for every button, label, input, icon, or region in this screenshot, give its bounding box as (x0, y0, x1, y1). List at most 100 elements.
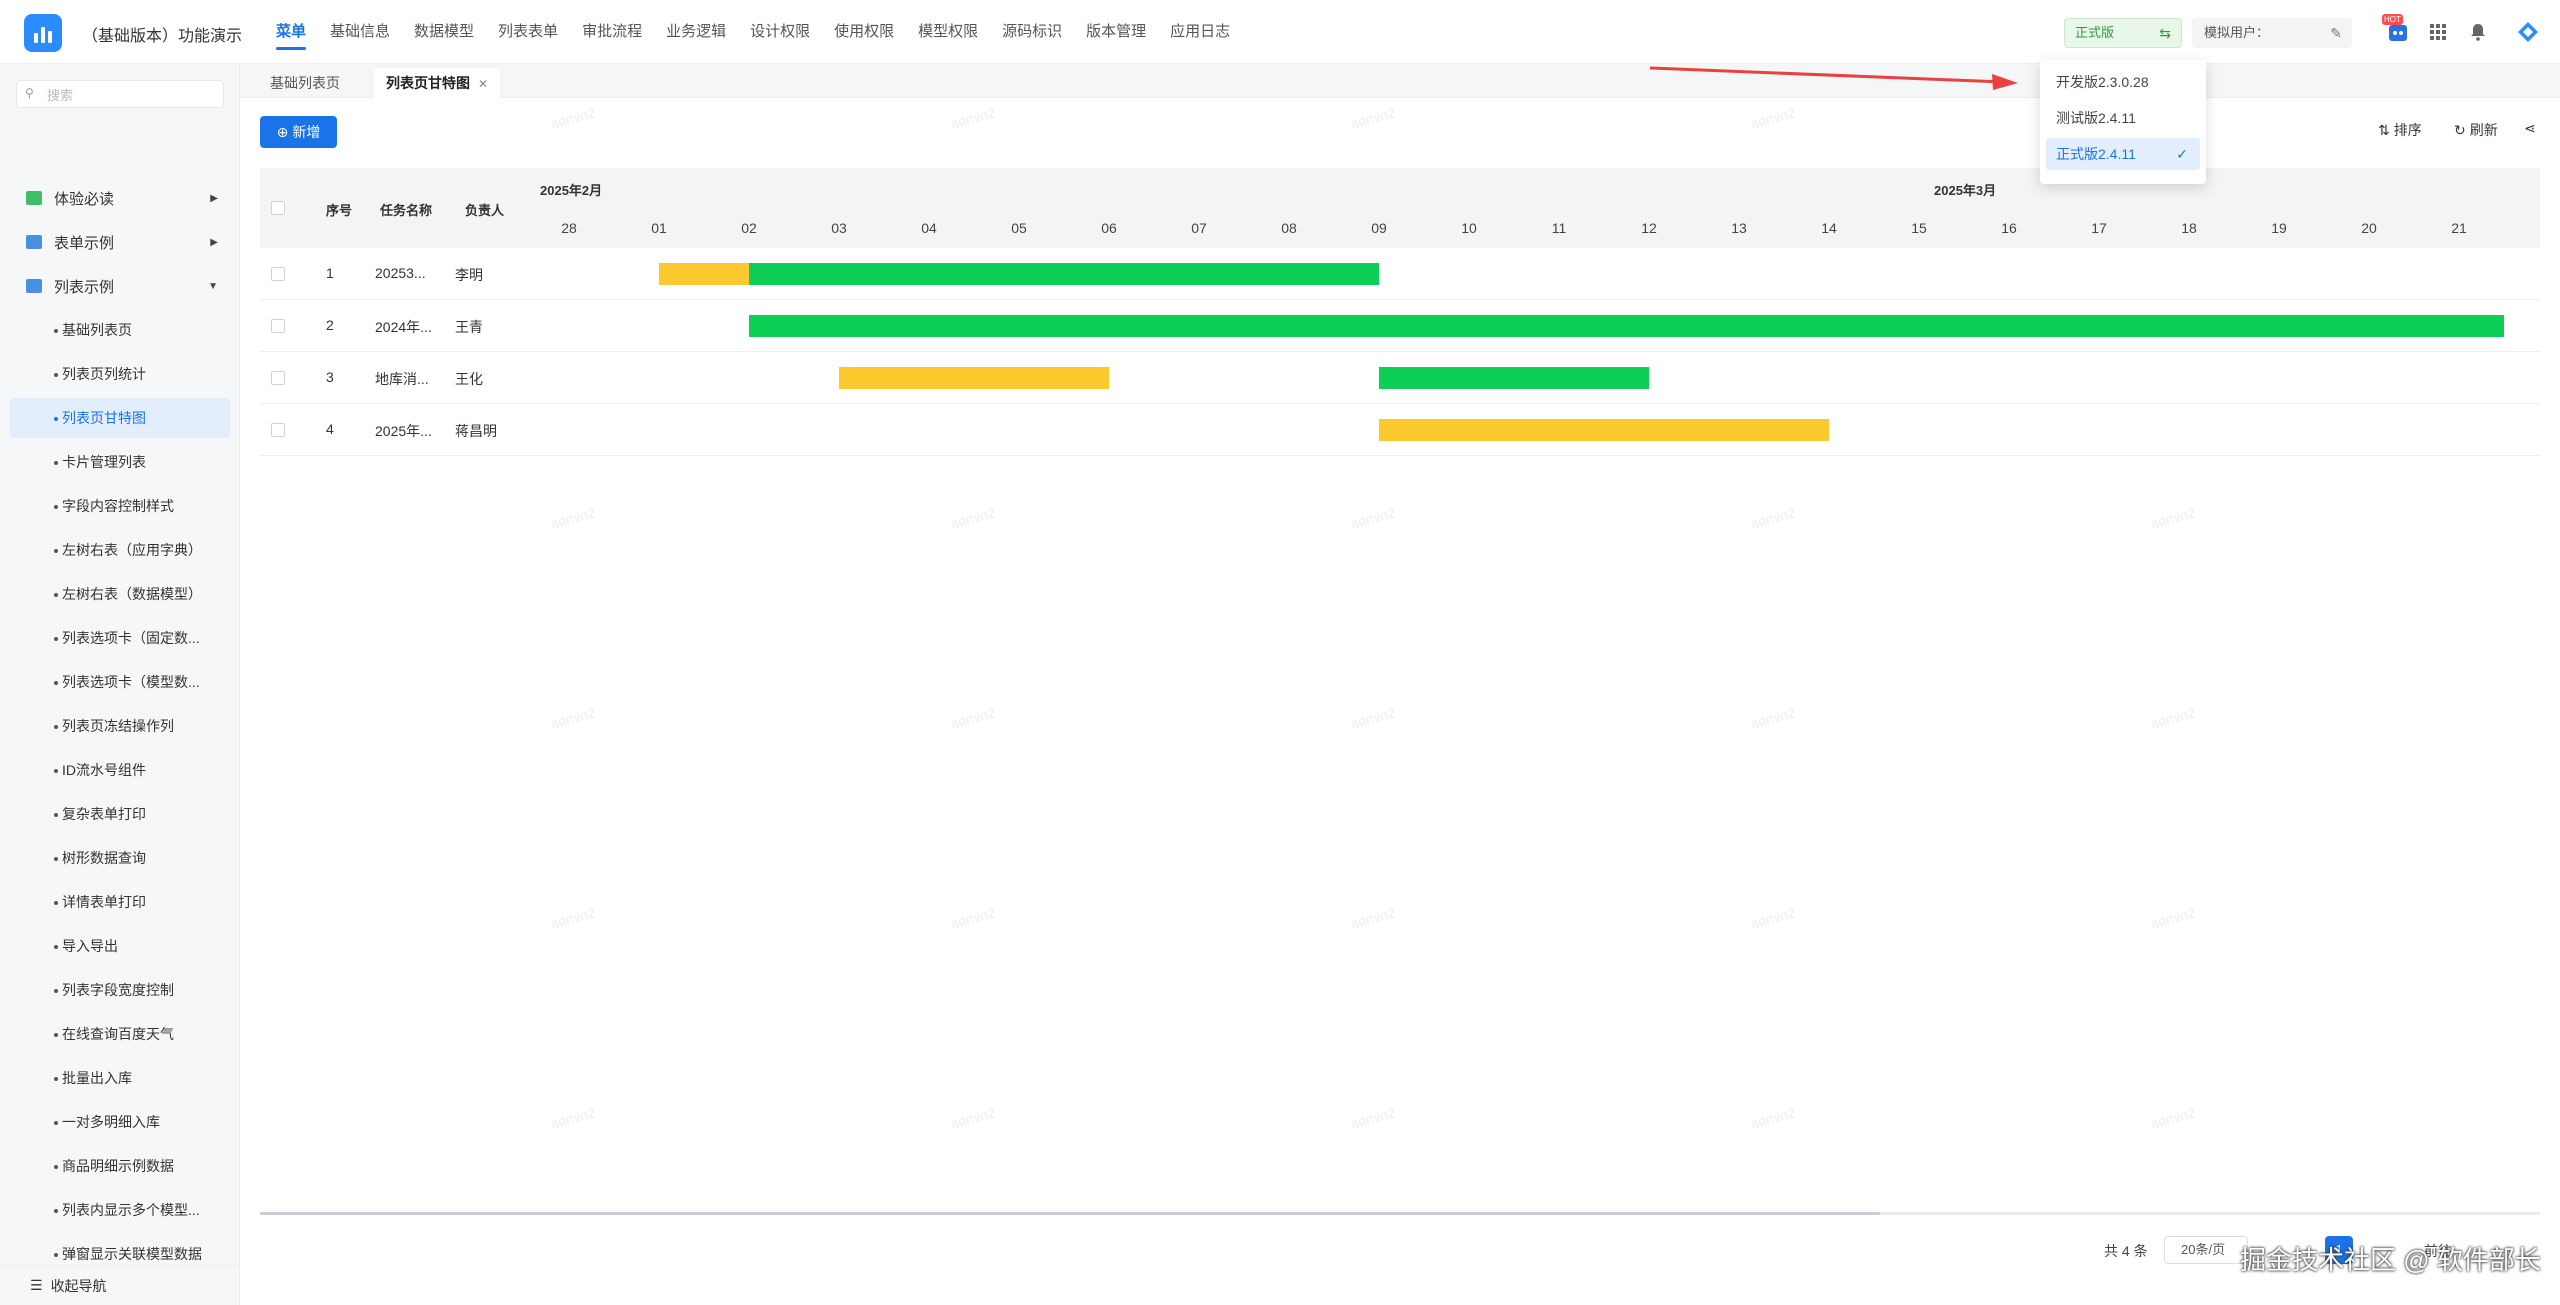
row-index: 3 (326, 369, 334, 385)
sidebar-group[interactable]: 表单示例 ▶ (0, 222, 239, 262)
row-checkbox[interactable] (271, 319, 285, 333)
sidebar-item-label: 导入导出 (62, 938, 118, 954)
env-option-prod[interactable]: 正式版2.4.11 ✓ (2046, 138, 2200, 170)
day-label: 20 (2361, 220, 2377, 236)
gantt-bar-planned[interactable] (1379, 419, 1829, 441)
nav-item[interactable]: 源码标识 (990, 0, 1074, 64)
refresh-button[interactable]: ↻ 刷新 (2454, 120, 2498, 140)
bullet-icon (54, 461, 58, 465)
day-label: 14 (1821, 220, 1837, 236)
sidebar-item[interactable]: 左树右表（数据模型） (10, 574, 230, 614)
gantt-bar-actual[interactable] (1379, 367, 1649, 389)
sidebar-item[interactable]: 列表选项卡（模型数... (10, 662, 230, 702)
day-label: 01 (651, 220, 667, 236)
gantt-bar-actual[interactable] (749, 263, 1379, 285)
app-logo-icon[interactable] (24, 14, 62, 52)
sidebar-item[interactable]: 导入导出 (10, 926, 230, 966)
app-grid-icon[interactable] (2424, 18, 2452, 46)
page-size-select[interactable]: 20条/页 (2164, 1236, 2248, 1264)
sidebar-item[interactable]: 详情表单打印 (10, 882, 230, 922)
sidebar-item[interactable]: 左树右表（应用字典） (10, 530, 230, 570)
row-task-name[interactable]: 地库消... (375, 369, 429, 389)
day-label: 09 (1371, 220, 1387, 236)
table-row[interactable]: 1 20253... 李明 (260, 248, 2540, 300)
env-option-dev[interactable]: 开发版2.3.0.28 (2046, 66, 2200, 98)
sidebar-group[interactable]: 体验必读 ▶ (0, 178, 239, 218)
row-checkbox[interactable] (271, 371, 285, 385)
sidebar-item-label: ID流水号组件 (62, 762, 146, 778)
brand-logo-icon[interactable] (2514, 18, 2542, 46)
sidebar-item[interactable]: 在线查询百度天气 (10, 1014, 230, 1054)
sidebar-item-label: 列表字段宽度控制 (62, 982, 174, 998)
bell-icon[interactable] (2464, 18, 2492, 46)
sidebar-item[interactable]: 列表页甘特图 (10, 398, 230, 438)
nav-item[interactable]: 版本管理 (1074, 0, 1158, 64)
add-button[interactable]: ⊕ 新增 (260, 116, 337, 148)
nav-item[interactable]: 使用权限 (822, 0, 906, 64)
sidebar-item[interactable]: 复杂表单打印 (10, 794, 230, 834)
edit-icon[interactable]: ✎ (2330, 18, 2342, 48)
close-icon[interactable]: ✕ (478, 77, 488, 91)
sidebar-item[interactable]: 字段内容控制样式 (10, 486, 230, 526)
sidebar-group-label: 体验必读 (54, 190, 115, 208)
bullet-icon (54, 417, 58, 421)
row-task-name[interactable]: 2024年... (375, 317, 432, 337)
bullet-icon (54, 1077, 58, 1081)
bullet-icon (54, 681, 58, 685)
sidebar-item[interactable]: 列表页冻结操作列 (10, 706, 230, 746)
sidebar-item[interactable]: 列表字段宽度控制 (10, 970, 230, 1010)
scrollbar-thumb[interactable] (260, 1212, 1880, 1215)
row-task-name[interactable]: 20253... (375, 265, 426, 281)
ai-assistant-icon[interactable]: HOT (2382, 14, 2412, 46)
horizontal-scrollbar[interactable] (260, 1212, 2540, 1215)
sidebar-search[interactable]: ⚲ (16, 80, 224, 108)
sort-button[interactable]: ⇅ 排序 (2378, 120, 2422, 140)
sidebar-item[interactable]: 一对多明细入库 (10, 1102, 230, 1142)
sidebar-item[interactable]: 卡片管理列表 (10, 442, 230, 482)
nav-item[interactable]: 菜单 (264, 0, 318, 64)
refresh-label: 刷新 (2469, 122, 2498, 138)
env-option-test[interactable]: 测试版2.4.11 (2046, 102, 2200, 134)
sidebar-search-input[interactable] (47, 85, 217, 105)
bullet-icon (54, 505, 58, 509)
sidebar-item[interactable]: 列表选项卡（固定数... (10, 618, 230, 658)
day-label: 07 (1191, 220, 1207, 236)
sidebar-group-label: 列表示例 (54, 278, 115, 296)
row-checkbox[interactable] (271, 267, 285, 281)
nav-item[interactable]: 基础信息 (318, 0, 402, 64)
gantt-grid: 序号 任务名称 负责人 2025年2月 2025年3月 28 01 02 03 04 05… (260, 168, 2540, 1213)
share-button[interactable]: ⋖ (2524, 120, 2536, 137)
day-label: 10 (1461, 220, 1477, 236)
sidebar-item[interactable]: 列表页列统计 (10, 354, 230, 394)
simulate-user-field[interactable]: 模拟用户： ✎ (2192, 18, 2352, 48)
nav-item[interactable]: 数据模型 (402, 0, 486, 64)
collapse-nav-button[interactable]: ☰ 收起导航 (0, 1265, 239, 1305)
add-button-label: 新增 (292, 124, 321, 140)
sidebar-item[interactable]: 基础列表页 (10, 310, 230, 350)
gantt-bar-planned[interactable] (659, 263, 749, 285)
row-task-name[interactable]: 2025年... (375, 421, 432, 441)
nav-item[interactable]: 审批流程 (570, 0, 654, 64)
sidebar-item[interactable]: 商品明细示例数据 (10, 1146, 230, 1186)
nav-item[interactable]: 业务逻辑 (654, 0, 738, 64)
sidebar-item[interactable]: 批量出入库 (10, 1058, 230, 1098)
nav-item[interactable]: 应用日志 (1158, 0, 1242, 64)
bullet-icon (54, 813, 58, 817)
environment-select[interactable]: 正式版 ⇆ (2064, 18, 2182, 48)
nav-item[interactable]: 设计权限 (738, 0, 822, 64)
select-all-checkbox[interactable] (271, 201, 285, 215)
check-icon: ✓ (2176, 146, 2188, 162)
nav-item[interactable]: 列表表单 (486, 0, 570, 64)
row-checkbox[interactable] (271, 423, 285, 437)
gantt-bar-actual[interactable] (749, 315, 2504, 337)
gantt-bar-planned[interactable] (839, 367, 1109, 389)
row-index: 1 (326, 265, 334, 281)
nav-item[interactable]: 模型权限 (906, 0, 990, 64)
tab-basic-list[interactable]: 基础列表页 (258, 68, 352, 98)
sidebar-group[interactable]: 列表示例 ▼ (0, 266, 239, 306)
sidebar-item[interactable]: ID流水号组件 (10, 750, 230, 790)
sidebar-item[interactable]: 列表内显示多个模型... (10, 1190, 230, 1230)
month-label: 2025年3月 (1934, 183, 1997, 198)
sidebar-item[interactable]: 树形数据查询 (10, 838, 230, 878)
tab-gantt-list[interactable]: 列表页甘特图 ✕ (374, 68, 501, 98)
